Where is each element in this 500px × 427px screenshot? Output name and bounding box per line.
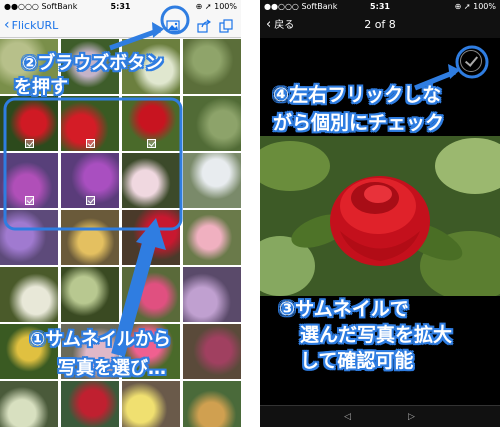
photo-thumbnail[interactable] bbox=[183, 381, 241, 427]
photo-thumbnail[interactable] bbox=[0, 96, 58, 151]
checkbox-icon bbox=[25, 139, 34, 148]
photo-thumbnail[interactable] bbox=[183, 324, 241, 379]
back-button[interactable]: ‹ FlickURL bbox=[4, 17, 58, 34]
checkbox-icon bbox=[86, 196, 95, 205]
annotation-zoom-line1: ③サムネイルで bbox=[279, 298, 409, 320]
previous-button[interactable]: ◁ bbox=[344, 412, 351, 422]
annotation-flick-line1: ④左右フリックしな bbox=[273, 84, 442, 106]
annotation-flick-line2: がら個別にチェック bbox=[273, 112, 445, 134]
battery-label: ⊕ ➚ 100% bbox=[195, 2, 237, 11]
screen-divider bbox=[241, 0, 260, 427]
annotation-zoom-line2: 選んだ写真を拡大 bbox=[300, 324, 453, 346]
photo-thumbnail[interactable] bbox=[61, 96, 119, 151]
checkbox-icon bbox=[25, 196, 34, 205]
photo-thumbnail[interactable] bbox=[122, 381, 180, 427]
photo-thumbnail[interactable] bbox=[122, 96, 180, 151]
photo-thumbnail[interactable] bbox=[61, 381, 119, 427]
battery-label: ⊕ ➚ 100% bbox=[454, 2, 496, 11]
photo-thumbnail[interactable] bbox=[61, 153, 119, 208]
select-check-icon[interactable] bbox=[460, 50, 482, 72]
page-counter-title: 2 of 8 bbox=[364, 18, 396, 31]
photo-thumbnail[interactable] bbox=[122, 210, 180, 265]
annotation-browse-line1: ②ブラウズボタン bbox=[22, 53, 164, 74]
annotation-thumbs-line1: ①サムネイルから bbox=[30, 329, 171, 350]
photo-thumbnail[interactable] bbox=[122, 153, 180, 208]
bottom-toolbar: ◁ ▷ bbox=[260, 405, 500, 427]
status-bar: ●●○○○ SoftBank 5:31 ⊕ ➚ 100% bbox=[0, 0, 241, 13]
photo-thumbnail[interactable] bbox=[0, 210, 58, 265]
photo-thumbnail[interactable] bbox=[122, 267, 180, 322]
photo-thumbnail[interactable] bbox=[0, 267, 58, 322]
share-icon[interactable] bbox=[197, 18, 212, 33]
checkbox-icon bbox=[86, 139, 95, 148]
annotation-thumbs-line2: 写真を選び… bbox=[58, 358, 166, 379]
back-label: FlickURL bbox=[11, 19, 59, 32]
photo-thumbnail[interactable] bbox=[0, 381, 58, 427]
annotation-browse-line2: を押す bbox=[14, 77, 68, 98]
rose-photo[interactable] bbox=[260, 136, 500, 296]
checkbox-icon bbox=[147, 139, 156, 148]
photo-thumbnail[interactable] bbox=[0, 153, 58, 208]
photo-thumbnail[interactable] bbox=[183, 267, 241, 322]
photo-thumbnail[interactable] bbox=[183, 210, 241, 265]
annotation-zoom-line3: して確認可能 bbox=[300, 350, 414, 372]
next-button[interactable]: ▷ bbox=[408, 412, 415, 422]
navigation-bar: ‹ 戻る 2 of 8 bbox=[260, 13, 500, 38]
status-bar: ●●○○○ SoftBank 5:31 ⊕ ➚ 100% bbox=[260, 0, 500, 13]
photo-thumbnail[interactable] bbox=[61, 210, 119, 265]
photo-thumbnail[interactable] bbox=[61, 267, 119, 322]
photo-thumbnail[interactable] bbox=[183, 96, 241, 151]
copy-icon[interactable] bbox=[219, 18, 233, 33]
navigation-bar: ‹ FlickURL bbox=[0, 13, 241, 38]
browse-icon[interactable] bbox=[166, 18, 180, 32]
photo-thumbnail[interactable] bbox=[183, 153, 241, 208]
photo-thumbnail[interactable] bbox=[183, 39, 241, 94]
chevron-left-icon: ‹ bbox=[4, 17, 10, 33]
